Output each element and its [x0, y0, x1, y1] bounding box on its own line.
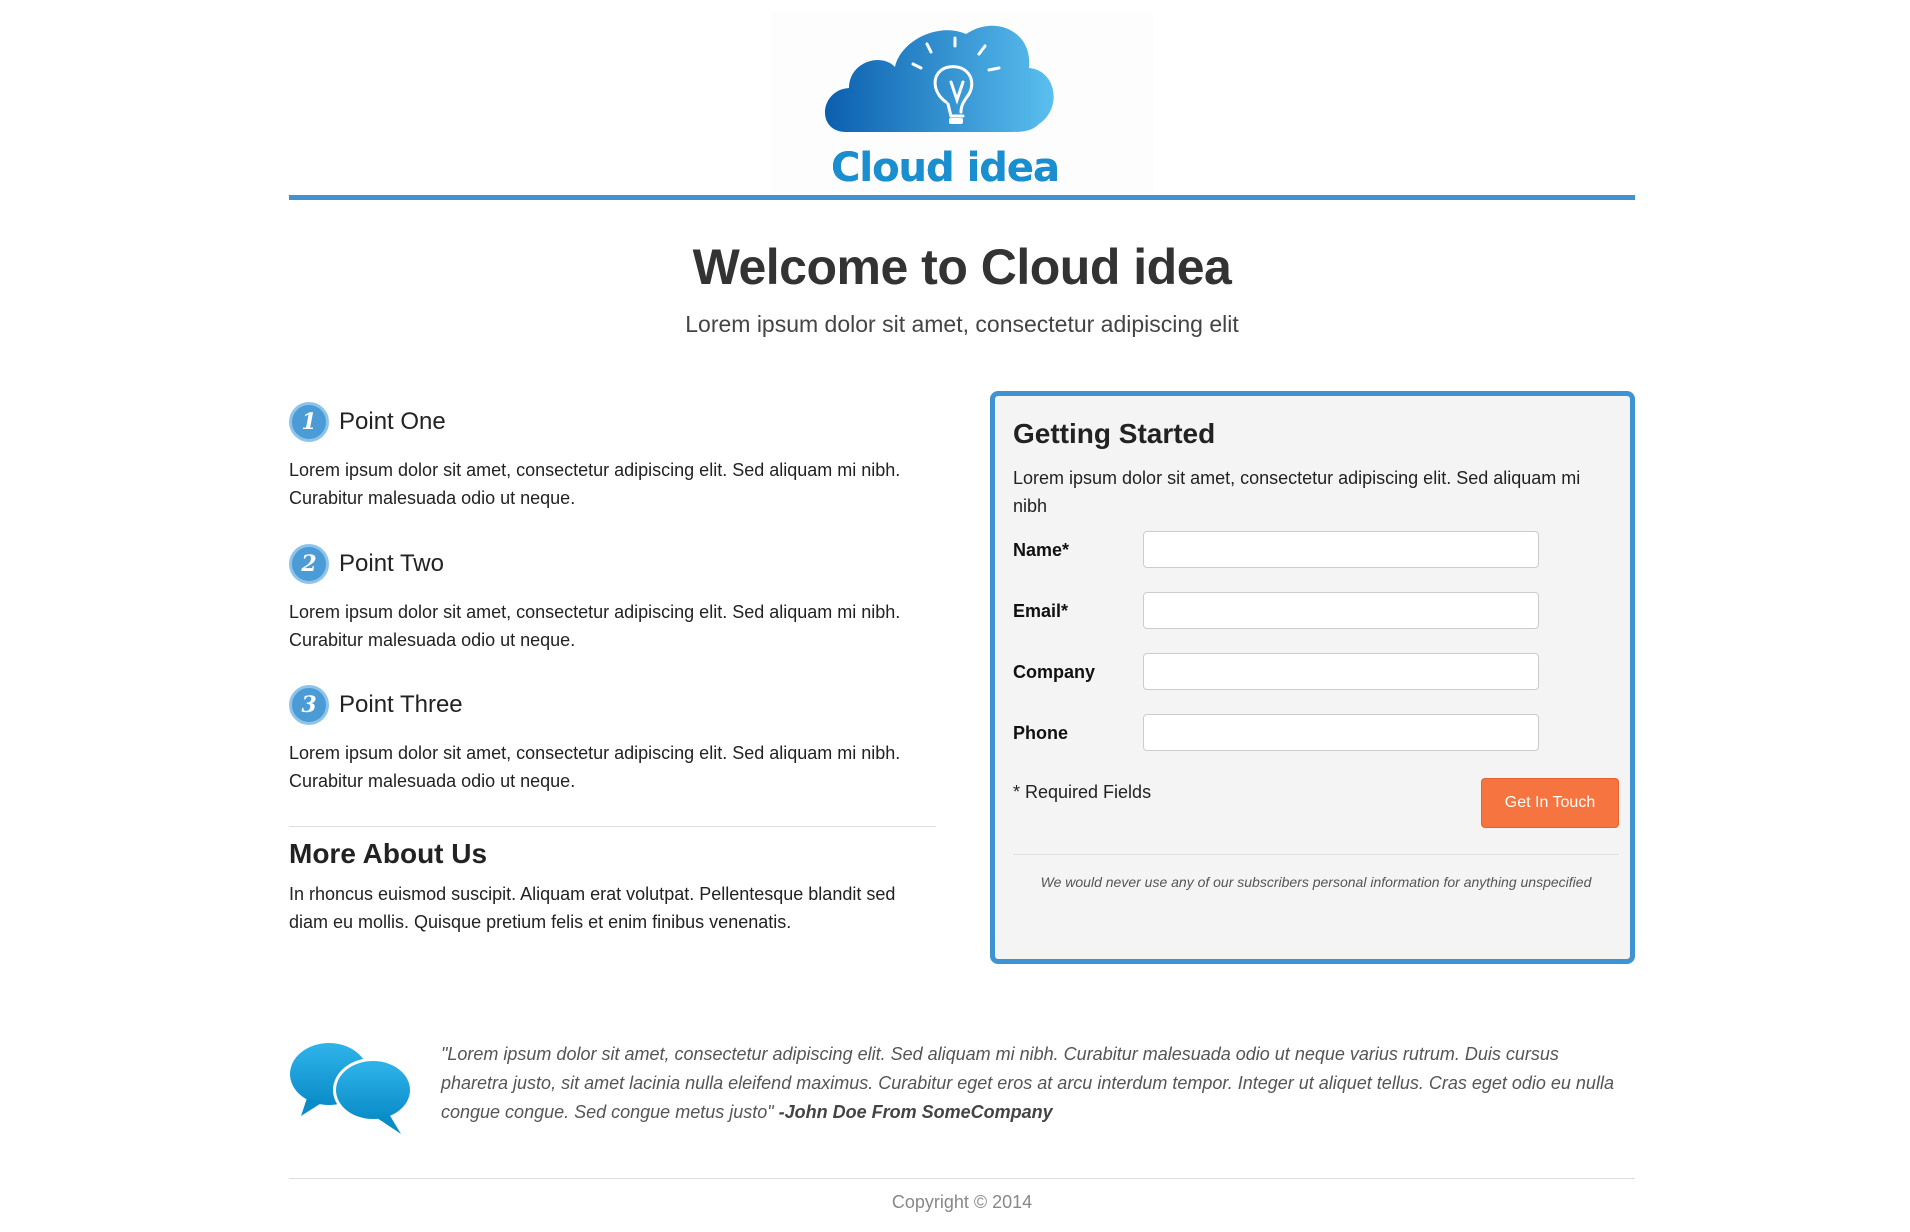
point-title: Point Three: [339, 691, 463, 718]
about-body: In rhoncus euismod suscipit. Aliquam era…: [289, 884, 896, 932]
copyright: Copyright © 2014: [891, 1192, 1033, 1212]
panel-description: Lorem ipsum dolor sit amet, consectetur …: [1013, 468, 1581, 516]
point-one: 1 Point One Lorem ipsum dolor sit amet, …: [289, 401, 949, 512]
panel-title: Getting Started: [1013, 418, 1216, 449]
about-divider: [289, 826, 936, 827]
point-title: Point One: [339, 408, 446, 435]
testimonial-quote: "Lorem ipsum dolor sit amet, consectetur…: [441, 1040, 1621, 1127]
get-in-touch-button[interactable]: Get In Touch: [1481, 778, 1619, 828]
phone-field[interactable]: [1143, 714, 1539, 751]
about-title: More About Us: [289, 838, 488, 869]
phone-label: Phone: [1013, 723, 1069, 743]
quote-author: -John Doe From SomeCompany: [778, 1102, 1053, 1122]
email-label: Email*: [1013, 601, 1069, 621]
logo-text: Cloud idea: [831, 145, 1060, 191]
point-body: Lorem ipsum dolor sit amet, consectetur …: [289, 743, 901, 791]
name-label: Name*: [1013, 540, 1070, 560]
point-heading: 2 Point Two: [289, 543, 949, 585]
speech-bubbles-icon: [290, 1043, 413, 1134]
point-heading: 3 Point Three: [289, 684, 949, 726]
point-three: 3 Point Three Lorem ipsum dolor sit amet…: [289, 684, 949, 795]
page-title: Welcome to Cloud idea: [692, 239, 1232, 295]
required-fields-note: * Required Fields: [1013, 782, 1152, 802]
panel-divider: [1013, 854, 1619, 855]
point-two: 2 Point Two Lorem ipsum dolor sit amet, …: [289, 543, 949, 654]
email-field[interactable]: [1143, 592, 1539, 629]
privacy-note: We would never use any of our subscriber…: [1040, 874, 1592, 890]
point-body: Lorem ipsum dolor sit amet, consectetur …: [289, 460, 901, 508]
name-field[interactable]: [1143, 531, 1539, 568]
number-one-icon: 1: [289, 402, 329, 442]
footer-divider: [289, 1178, 1635, 1179]
point-heading: 1 Point One: [289, 401, 949, 443]
point-body: Lorem ipsum dolor sit amet, consectetur …: [289, 602, 901, 650]
number-two-icon: 2: [289, 544, 329, 584]
number-three-icon: 3: [289, 685, 329, 725]
point-title: Point Two: [339, 550, 444, 577]
logo[interactable]: Cloud idea: [771, 12, 1153, 192]
getting-started-panel: Getting Started Lorem ipsum dolor sit am…: [990, 391, 1635, 964]
company-field[interactable]: [1143, 653, 1539, 690]
header-divider: [289, 195, 1635, 200]
company-label: Company: [1013, 662, 1096, 682]
page-subtitle: Lorem ipsum dolor sit amet, consectetur …: [685, 311, 1239, 337]
